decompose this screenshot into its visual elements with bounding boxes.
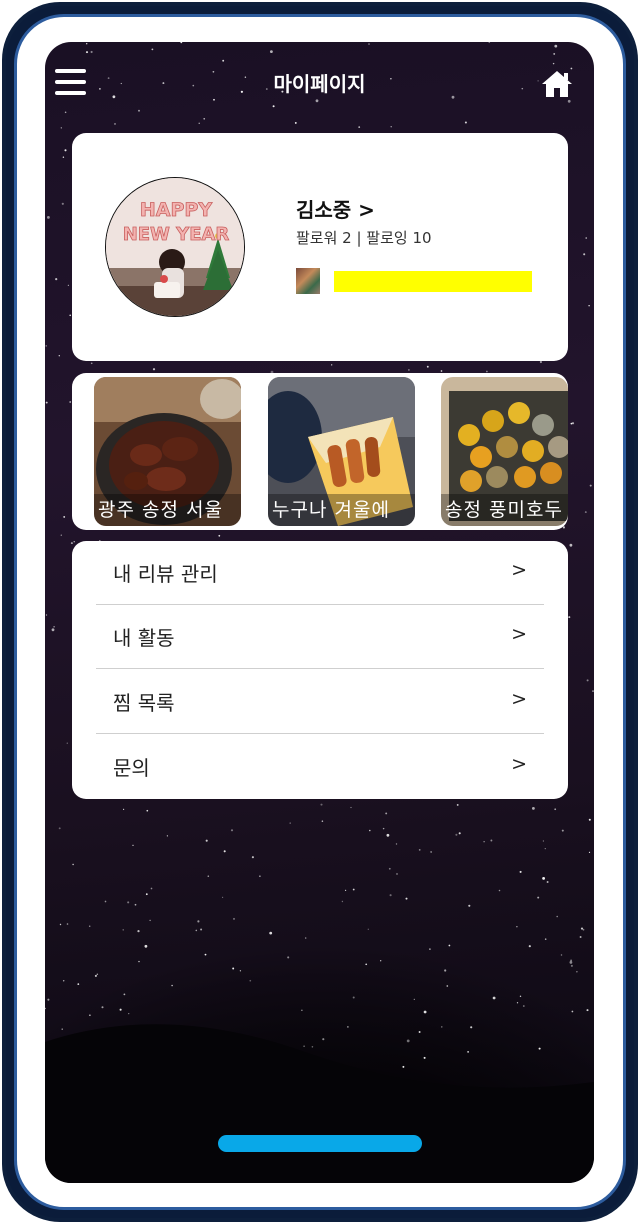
profile-card: HAPPY NEW YEAR 김소중 > 팔로워 2 | 팔로잉 10 — [72, 133, 568, 361]
chevron-right-icon: > — [511, 623, 527, 645]
photo-caption: 누구나 겨울에 — [268, 494, 415, 526]
profile-name-link[interactable]: 김소중 > — [296, 194, 375, 223]
page-title: 마이페이지 — [273, 72, 366, 96]
avatar-balloon-text-1: HAPPY — [140, 199, 212, 221]
photo-carousel[interactable]: 광주 송정 서울 누구나 겨울에 송정 풍미호두 — [72, 373, 568, 530]
home-indicator-bar[interactable] — [218, 1135, 422, 1152]
menu-item-label: 문의 — [113, 756, 150, 780]
chevron-right-icon: > — [511, 753, 527, 775]
photo-card[interactable]: 광주 송정 서울 — [94, 377, 241, 526]
menu-item-label: 내 리뷰 관리 — [113, 562, 218, 586]
menu-item-my-reviews[interactable]: 내 리뷰 관리 > — [96, 541, 544, 605]
top-bar: 마이페이지 — [45, 42, 594, 122]
avatar-balloon-text-2: NEW YEAR — [123, 224, 230, 245]
photo-card[interactable]: 송정 풍미호두 — [441, 377, 568, 526]
photo-caption: 송정 풍미호두 — [441, 494, 568, 526]
home-icon[interactable] — [540, 69, 574, 99]
menu-item-my-activity[interactable]: 내 활동 > — [96, 605, 544, 669]
photo-card[interactable]: 누구나 겨울에 — [268, 377, 415, 526]
chevron-right-icon: > — [511, 688, 527, 710]
app-screen: 마이페이지 HAPPY NEW YEAR 김소중 > 팔로워 2 | 팔로잉 1… — [45, 42, 594, 1183]
menu-item-label: 내 활동 — [113, 626, 175, 650]
photo-caption: 광주 송정 서울 — [94, 494, 241, 526]
avatar[interactable]: HAPPY NEW YEAR — [105, 177, 245, 317]
menu-list: 내 리뷰 관리 > 내 활동 > 찜 목록 > 문의 > — [72, 541, 568, 799]
highlight-bar — [334, 271, 532, 292]
badge-thumbnail — [296, 268, 320, 294]
chevron-right-icon: > — [511, 559, 527, 581]
menu-item-inquiry[interactable]: 문의 > — [96, 735, 544, 799]
follow-stats[interactable]: 팔로워 2 | 팔로잉 10 — [296, 227, 432, 248]
menu-item-label: 찜 목록 — [113, 691, 175, 715]
menu-item-wishlist[interactable]: 찜 목록 > — [96, 670, 544, 734]
